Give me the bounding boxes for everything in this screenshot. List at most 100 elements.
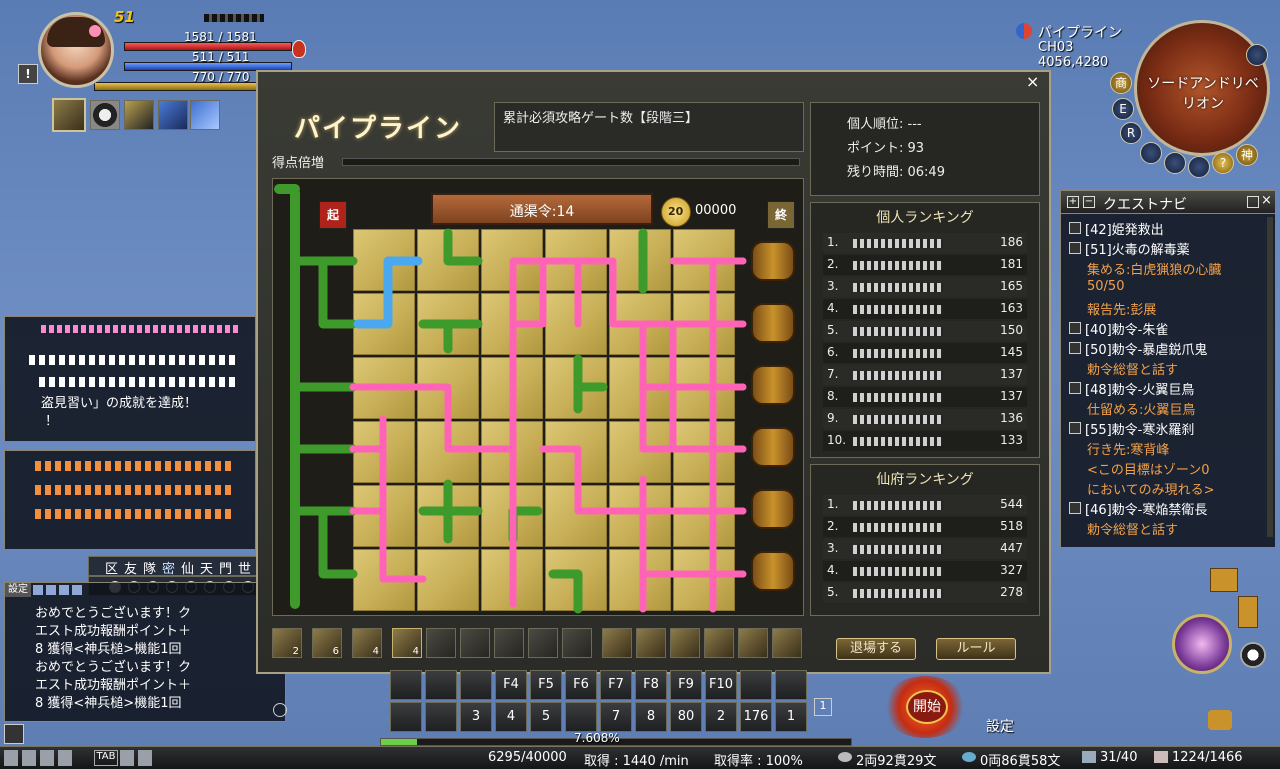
chat-tab[interactable]: 友 — [124, 558, 137, 577]
hotbar-slot[interactable]: F6 — [565, 670, 597, 700]
alert-icon[interactable]: ! — [18, 64, 38, 84]
skill-palm-icon[interactable] — [738, 628, 768, 658]
skill-burst-icon[interactable] — [670, 628, 700, 658]
chat-tab[interactable]: 隊 — [143, 558, 156, 577]
quest-objective[interactable]: <この目標はゾーン0 — [1087, 459, 1210, 478]
quest-objective[interactable]: 報告先:彭展 — [1087, 299, 1156, 318]
hotbar-slot[interactable]: F4 — [495, 670, 527, 700]
hotbar-slot[interactable] — [390, 670, 422, 700]
quest-title[interactable]: [50]勅令-暴虐鋭爪鬼 — [1085, 339, 1207, 358]
chat-tool-icons[interactable] — [33, 585, 83, 595]
god-icon[interactable]: 神 — [1236, 144, 1258, 166]
quest-objective[interactable]: 勅令総督と話す — [1087, 519, 1178, 538]
pipeline-close-icon[interactable]: × — [1026, 72, 1039, 91]
map-expand-icon[interactable] — [1246, 44, 1268, 66]
hotbar-slot[interactable]: F8 — [635, 670, 667, 700]
moon-buff-icon[interactable] — [124, 100, 154, 130]
tower-buff-icon[interactable] — [190, 100, 220, 130]
event-icon[interactable]: E — [1112, 98, 1134, 120]
quest-toggle-icon[interactable] — [1069, 502, 1081, 514]
shop-icon[interactable]: 商 — [1110, 72, 1132, 94]
chat-tab[interactable]: 区 — [105, 558, 118, 577]
potion-icon[interactable] — [292, 40, 306, 58]
quest-toggle-icon[interactable] — [1069, 342, 1081, 354]
quest-toggle-icon[interactable] — [1069, 242, 1081, 254]
collapse-all-icon[interactable]: − — [1083, 196, 1095, 208]
portal-orb-icon[interactable] — [1172, 614, 1232, 674]
quest-objective[interactable]: 50/50 — [1087, 279, 1124, 294]
skill-spiral-icon[interactable] — [704, 628, 734, 658]
treasure-chest-icon[interactable] — [1210, 568, 1238, 592]
hotbar-slot[interactable] — [390, 702, 422, 732]
settings-label[interactable]: 設定 — [986, 716, 1014, 736]
quest-objective[interactable]: 行き先:寒背峰 — [1087, 439, 1169, 458]
hotbar-slot[interactable]: F7 — [600, 670, 632, 700]
hotbar-slot[interactable] — [425, 702, 457, 732]
question-icon[interactable]: ? — [1212, 152, 1234, 174]
r-icon[interactable]: R — [1120, 122, 1142, 144]
skill-empty-4[interactable] — [528, 628, 558, 658]
hotbar-slot[interactable]: 5 — [530, 702, 562, 732]
hotbar-slot[interactable]: F5 — [530, 670, 562, 700]
quest-toggle-icon[interactable] — [1069, 422, 1081, 434]
hotbar-slot[interactable] — [425, 670, 457, 700]
skill-empty-2[interactable] — [460, 628, 490, 658]
tab-key[interactable]: TAB — [94, 750, 118, 766]
expand-all-icon[interactable]: + — [1067, 196, 1079, 208]
quest-title[interactable]: [42]姫発救出 — [1085, 219, 1164, 238]
yinyang-buff-icon[interactable] — [90, 100, 120, 130]
hotbar-slot[interactable] — [460, 670, 492, 700]
chat-tab[interactable]: 密 — [162, 558, 175, 577]
hotbar-slot[interactable]: 4 — [495, 702, 527, 732]
skill-wave-icon[interactable] — [602, 628, 632, 658]
hotbar-slot[interactable]: 176 — [740, 702, 772, 732]
hotbar-slot[interactable]: 8 — [635, 702, 667, 732]
coin-stack-icon[interactable] — [1208, 710, 1232, 730]
minimap[interactable]: ソードアンドリベリオン — [1134, 20, 1270, 156]
hotbar-slot[interactable] — [565, 702, 597, 732]
skill-empty-1[interactable] — [426, 628, 456, 658]
hotbar-slot[interactable]: 7 — [600, 702, 632, 732]
hotbar-page-number[interactable]: 1 — [814, 698, 832, 716]
quest-title[interactable]: [51]火毒の解毒薬 — [1085, 239, 1190, 258]
quest-title[interactable]: [40]勅令-朱雀 — [1085, 319, 1168, 338]
hotbar-slot[interactable] — [740, 670, 772, 700]
extra-menu-icons[interactable] — [120, 750, 156, 766]
bag-icon[interactable] — [1082, 751, 1096, 763]
skill-arrow-up-icon[interactable]: 2 — [272, 628, 302, 658]
chat-tab[interactable]: 門 — [219, 558, 232, 577]
triangle-icon[interactable] — [1164, 152, 1186, 174]
hotbar-slot[interactable]: F10 — [705, 670, 737, 700]
quest-scrollbar[interactable] — [1267, 217, 1273, 537]
quest-title[interactable]: [55]勅令-寒氷羅刹 — [1085, 419, 1194, 438]
hotbar-slot[interactable]: 2 — [705, 702, 737, 732]
chat-tab[interactable]: 仙 — [181, 558, 194, 577]
hotbar-slot[interactable]: F9 — [670, 670, 702, 700]
hotbar-slot[interactable]: 1 — [775, 702, 807, 732]
chat-tab[interactable]: 世 — [238, 558, 251, 577]
quest-objective[interactable]: 仕留める:火翼巨鳥 — [1087, 399, 1195, 418]
potion-rack-icon[interactable] — [1238, 596, 1258, 628]
quest-navi-close-icon[interactable]: × — [1261, 193, 1272, 208]
hotbar-slot[interactable]: 80 — [670, 702, 702, 732]
swirl-buff-icon[interactable] — [158, 100, 188, 130]
chat-tab[interactable]: 天 — [200, 558, 213, 577]
menu-icons[interactable] — [4, 750, 76, 766]
skill-ring-icon[interactable]: 4 — [392, 628, 422, 658]
rule-button[interactable]: ルール — [936, 638, 1016, 660]
chat-minimize-icon[interactable] — [4, 724, 24, 744]
zoom-out-icon[interactable] — [1140, 142, 1162, 164]
skill-empty-3[interactable] — [494, 628, 524, 658]
quest-toggle-icon[interactable] — [1069, 322, 1081, 334]
skill-runner-icon[interactable]: 6 — [312, 628, 342, 658]
quest-toggle-icon[interactable] — [1069, 382, 1081, 394]
globe-icon[interactable] — [1188, 156, 1210, 178]
yinyang-icon[interactable] — [1240, 642, 1266, 668]
hotbar-slot[interactable]: 3 — [460, 702, 492, 732]
hotbar-slot[interactable] — [775, 670, 807, 700]
quest-title[interactable]: [48]勅令-火翼巨鳥 — [1085, 379, 1194, 398]
chat-settings-button[interactable]: 設定 — [5, 583, 31, 597]
sun-buff-icon[interactable] — [52, 98, 86, 132]
quest-title[interactable]: [46]勅令-寒焔禁衛長 — [1085, 499, 1207, 518]
quest-objective[interactable]: においてのみ現れる> — [1087, 479, 1215, 498]
